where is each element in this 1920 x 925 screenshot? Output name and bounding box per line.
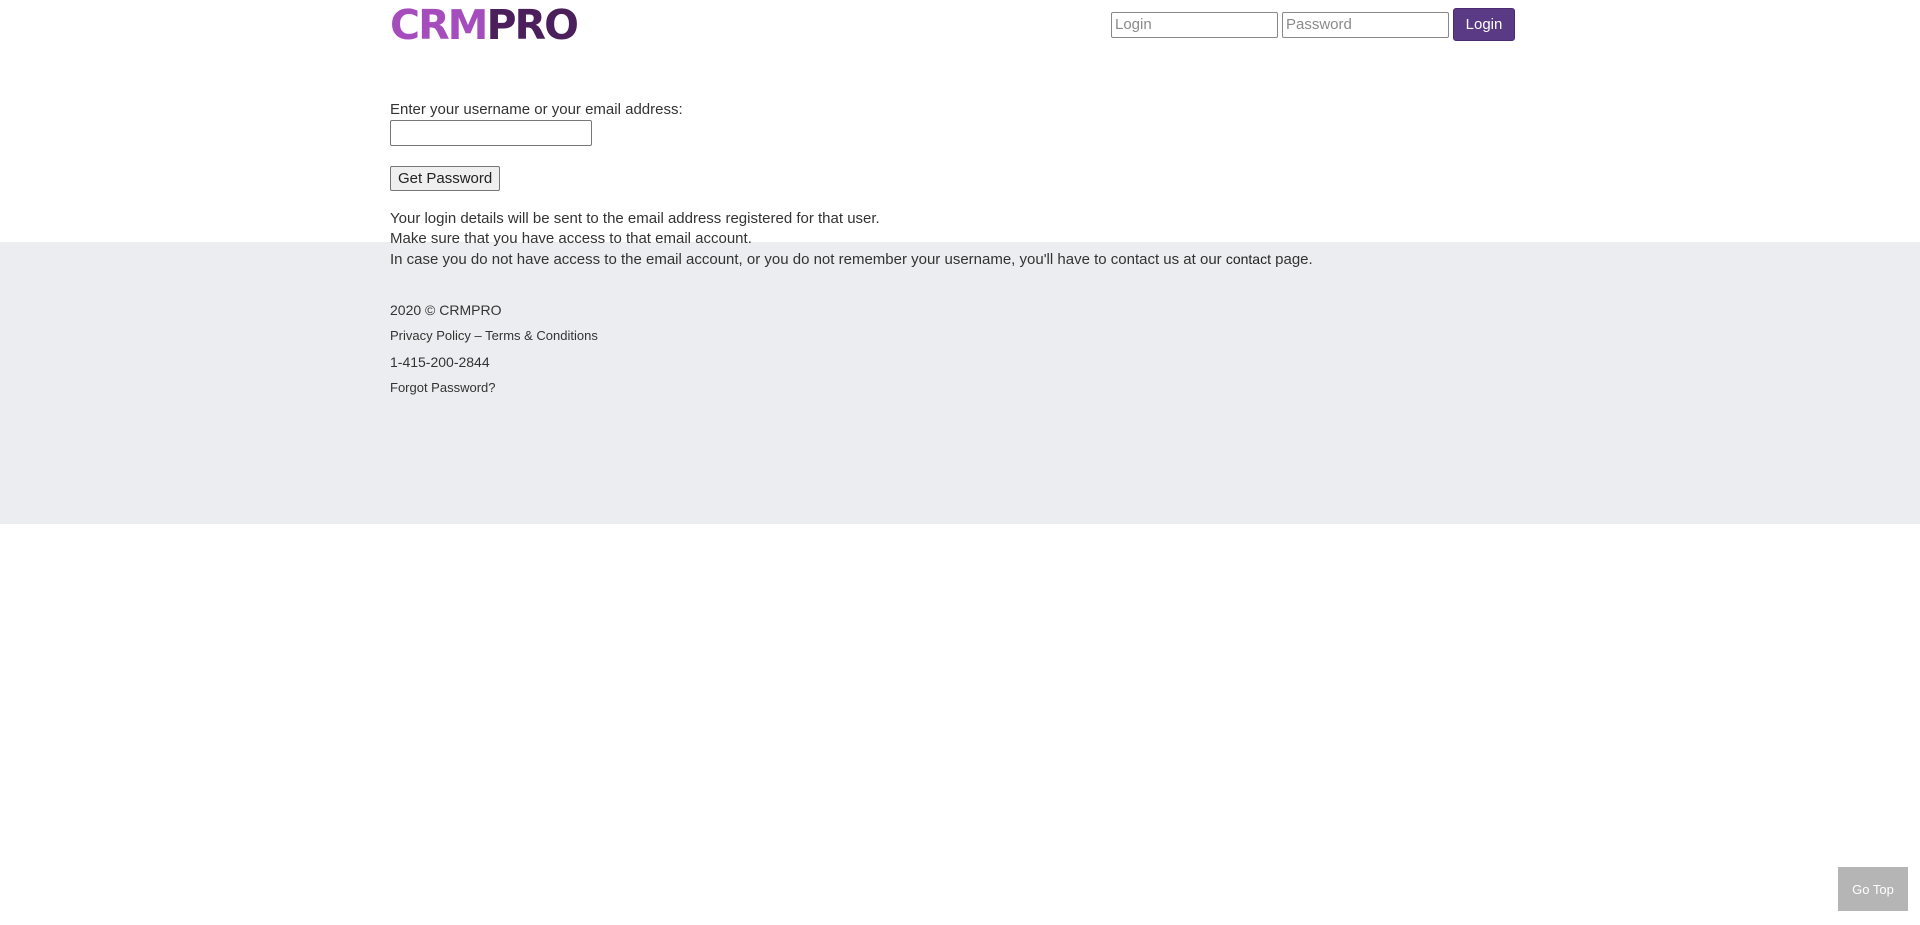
login-input[interactable] bbox=[1111, 11, 1278, 38]
header-login-form: Login bbox=[1111, 8, 1515, 41]
privacy-policy-link[interactable]: Privacy Policy bbox=[390, 328, 471, 343]
footer-legal-links: Privacy Policy – Terms & Conditions bbox=[390, 326, 1515, 346]
get-password-button[interactable]: Get Password bbox=[390, 166, 501, 191]
forgot-password-link[interactable]: Forgot Password? bbox=[390, 380, 496, 395]
password-input[interactable] bbox=[1282, 11, 1449, 38]
logo-pro-text: PRO bbox=[486, 1, 578, 49]
footer-phone: 1-415-200-2844 bbox=[390, 354, 490, 370]
info-line-1: Your login details will be sent to the e… bbox=[390, 210, 880, 227]
page-container: CRMPRO Login Enter your username or your… bbox=[390, 0, 1515, 268]
footer-forgot: Forgot Password? bbox=[390, 378, 1515, 398]
footer-link-separator: – bbox=[470, 328, 486, 343]
crmpro-logo[interactable]: CRMPRO bbox=[390, 1, 579, 49]
go-top-button[interactable]: Go Top bbox=[1838, 867, 1908, 911]
username-email-input[interactable] bbox=[390, 120, 592, 146]
login-button[interactable]: Login bbox=[1453, 8, 1515, 41]
forgot-password-main: Enter your username or your email addres… bbox=[390, 60, 1515, 268]
footer-copyright: 2020 © CRMPRO bbox=[390, 302, 502, 318]
logo-crm-text: CRM bbox=[390, 1, 488, 49]
site-header: CRMPRO Login bbox=[390, 0, 1515, 60]
footer-container: 2020 © CRMPRO Privacy Policy – Terms & C… bbox=[390, 242, 1515, 398]
username-field-label: Enter your username or your email addres… bbox=[390, 101, 683, 118]
site-footer: 2020 © CRMPRO Privacy Policy – Terms & C… bbox=[0, 242, 1920, 524]
terms-conditions-link[interactable]: Terms & Conditions bbox=[485, 328, 598, 343]
